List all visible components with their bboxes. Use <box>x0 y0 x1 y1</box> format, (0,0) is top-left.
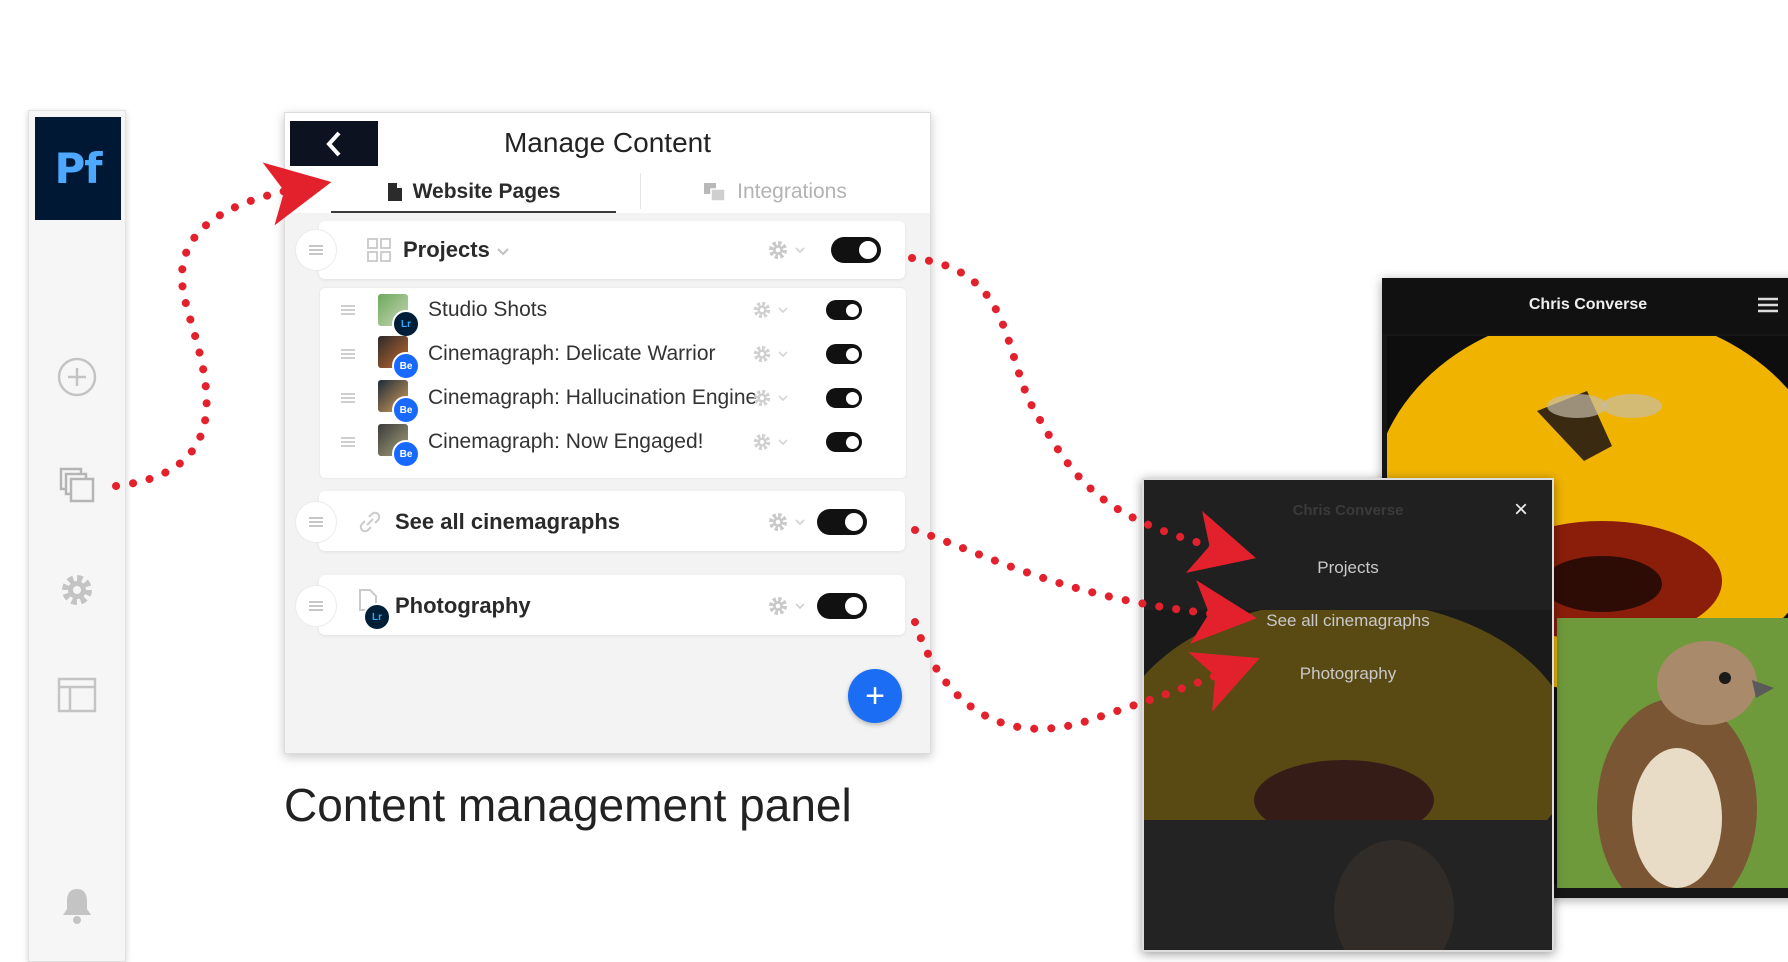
tab-integrations[interactable]: Integrations <box>635 173 915 211</box>
group-label: Photography <box>395 593 531 618</box>
pages-icon[interactable] <box>53 461 101 509</box>
settings-dropdown[interactable] <box>767 238 813 262</box>
gear-icon <box>753 345 771 363</box>
layout-icon[interactable] <box>53 671 101 719</box>
gear-icon <box>753 389 771 407</box>
portfolio-logo[interactable]: Pf <box>35 117 121 220</box>
drag-handle[interactable] <box>295 501 337 543</box>
chevron-down-icon <box>778 307 788 313</box>
flower-photo-dimmed <box>1144 610 1552 820</box>
drag-lines-icon[interactable] <box>340 436 356 448</box>
group-photography[interactable]: Lr Photography <box>295 575 905 635</box>
group-label: See all cinemagraphs <box>395 509 620 534</box>
gear-icon <box>753 301 771 319</box>
visibility-toggle[interactable] <box>826 344 862 364</box>
chevron-down-icon <box>795 519 805 525</box>
settings-dropdown[interactable] <box>752 386 798 410</box>
link-icon <box>359 511 381 533</box>
hamburger-menu-icon[interactable] <box>1757 296 1779 314</box>
item-label: Cinemagraph: Hallucination Engine <box>428 386 758 409</box>
visibility-toggle[interactable] <box>831 237 881 263</box>
panel-caption: Content management panel <box>284 779 852 831</box>
visibility-toggle[interactable] <box>826 388 862 408</box>
website-preview-mobile-menu: Chris Converse × Projects See all cinema… <box>1142 478 1554 952</box>
site-header: Chris Converse <box>1382 278 1788 334</box>
integrations-icon <box>704 183 726 202</box>
gear-icon <box>769 241 787 259</box>
chevron-down-icon <box>795 603 805 609</box>
list-item[interactable]: Lr Studio Shots <box>320 288 906 338</box>
drag-lines-icon[interactable] <box>340 304 356 316</box>
visibility-toggle[interactable] <box>817 509 867 535</box>
settings-dropdown[interactable] <box>767 510 813 534</box>
drag-lines-icon[interactable] <box>340 348 356 360</box>
menu-item-see-all-cinemagraphs[interactable]: See all cinemagraphs <box>1144 611 1552 631</box>
group-label: Projects <box>403 237 490 262</box>
list-item[interactable]: Be Cinemagraph: Delicate Warrior <box>320 332 906 380</box>
grid-icon <box>367 238 391 262</box>
tab-website-pages[interactable]: Website Pages <box>331 173 616 213</box>
visibility-toggle[interactable] <box>826 432 862 452</box>
lightroom-badge: Lr <box>363 603 391 631</box>
drag-handle[interactable] <box>295 585 337 627</box>
gear-icon <box>769 513 787 531</box>
item-label: Cinemagraph: Now Engaged! <box>428 430 704 453</box>
drag-lines-icon[interactable] <box>340 392 356 404</box>
gear-icon[interactable] <box>53 566 101 614</box>
bell-icon[interactable] <box>53 881 101 929</box>
settings-dropdown[interactable] <box>752 342 798 366</box>
gear-icon <box>753 433 771 451</box>
chevron-down-icon[interactable] <box>497 248 509 256</box>
list-item[interactable]: Be Cinemagraph: Now Engaged! <box>320 420 906 468</box>
site-title: Chris Converse <box>1528 296 1648 313</box>
list-item[interactable]: Be Cinemagraph: Hallucination Engine <box>320 376 906 424</box>
behance-badge: Be <box>392 440 420 468</box>
item-label: Studio Shots <box>428 298 548 321</box>
visibility-toggle[interactable] <box>817 593 867 619</box>
close-menu-button[interactable]: × <box>1514 496 1528 524</box>
visibility-toggle[interactable] <box>826 300 862 320</box>
settings-dropdown[interactable] <box>752 430 798 454</box>
hawk-photo <box>1557 618 1788 888</box>
drag-handle[interactable] <box>295 229 337 271</box>
menu-title: Chris Converse <box>1292 502 1404 519</box>
panel-header: Manage Content Website Pages Integration… <box>285 113 930 213</box>
group-see-all-cinemagraphs[interactable]: See all cinemagraphs <box>295 491 905 551</box>
manage-content-panel: Manage Content Website Pages Integration… <box>284 112 931 754</box>
menu-item-projects[interactable]: Projects <box>1144 558 1552 578</box>
chevron-down-icon <box>778 351 788 357</box>
drag-lines-icon <box>309 245 323 255</box>
drag-lines-icon <box>309 517 323 527</box>
hawk-photo-dimmed <box>1144 820 1552 950</box>
tab-label: Website Pages <box>412 180 561 203</box>
gear-icon <box>769 597 787 615</box>
settings-dropdown[interactable] <box>752 298 798 322</box>
add-content-button[interactable]: + <box>848 669 902 723</box>
tab-label: Integrations <box>737 180 847 203</box>
add-circle-icon[interactable] <box>53 353 101 401</box>
drag-lines-icon <box>309 601 323 611</box>
chevron-down-icon <box>778 395 788 401</box>
app-rail: Pf <box>28 110 126 962</box>
panel-title: Manage Content <box>503 127 712 158</box>
group-projects[interactable]: Projects <box>295 221 905 279</box>
menu-item-photography[interactable]: Photography <box>1144 664 1552 684</box>
settings-dropdown[interactable] <box>767 594 813 618</box>
chevron-down-icon <box>795 247 805 253</box>
projects-children: Lr Studio Shots Be Cinemagraph: Delicate… <box>319 287 907 479</box>
chevron-down-icon <box>778 439 788 445</box>
document-icon <box>387 183 402 201</box>
connector-rail-to-panel <box>112 162 332 490</box>
item-label: Cinemagraph: Delicate Warrior <box>428 342 716 365</box>
